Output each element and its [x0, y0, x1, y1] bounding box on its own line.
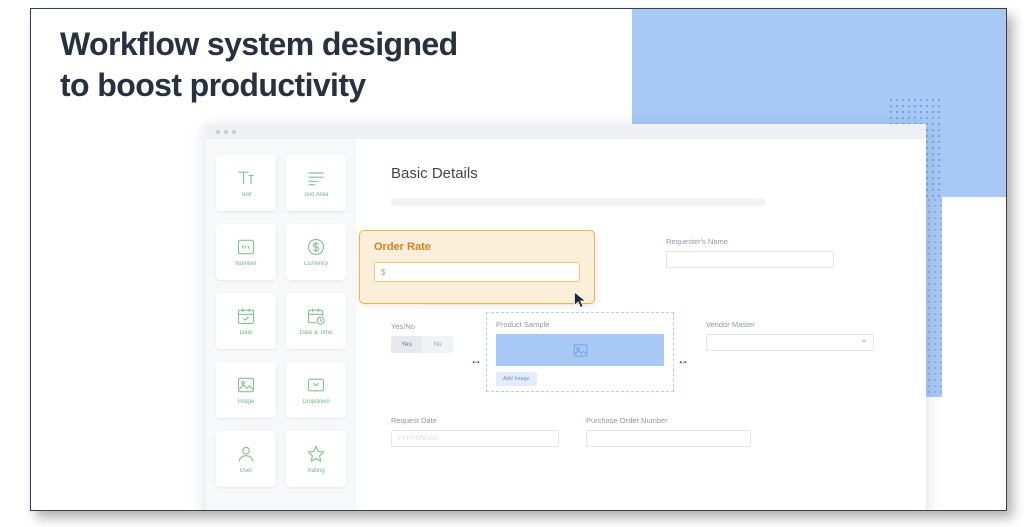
text-icon: [236, 168, 256, 188]
order-rate-input[interactable]: $: [374, 262, 580, 282]
field-label: Purchase Order Number: [586, 416, 668, 425]
form-row-2: Yes/No Yes No ↔ Product Sample Add Image…: [391, 312, 898, 404]
field-label: Requester's Name: [666, 237, 728, 246]
image-placeholder-icon: [573, 343, 587, 357]
field-request-date: Request Date YYYY-MM-DD: [391, 416, 559, 447]
page-frame: Workflow system designed to boost produc…: [30, 8, 1007, 511]
form-canvas: Basic Details Requester's Name Yes/No Ye…: [356, 139, 926, 510]
field-label: Vendor Master: [706, 320, 755, 329]
palette-item-date[interactable]: Date: [216, 293, 276, 349]
window-dot-minimize[interactable]: [224, 129, 228, 134]
rating-icon: [306, 444, 326, 464]
number-icon: [236, 237, 256, 257]
window-dot-maximize[interactable]: [232, 129, 236, 134]
palette-item-label: Date & Time: [299, 330, 333, 336]
palette-item-label: Currency: [303, 261, 329, 267]
dropdown-icon: [306, 375, 326, 395]
form-section-title: Basic Details: [391, 165, 478, 182]
field-palette-sidebar: Text Text Area Number Currency Date Date…: [206, 139, 356, 510]
date-time-icon: [306, 306, 326, 326]
palette-item-label: Rating: [307, 468, 325, 474]
mouse-cursor-icon: [572, 290, 588, 310]
user-icon: [236, 444, 256, 464]
page-title-line-2: to boost productivity: [60, 66, 366, 103]
yes-button[interactable]: Yes: [391, 336, 422, 353]
app-window: Text Text Area Number Currency Date Date…: [206, 124, 926, 510]
palette-item-currency[interactable]: Currency: [286, 224, 346, 280]
palette-item-number[interactable]: Number: [216, 224, 276, 280]
palette-item-text[interactable]: Text: [216, 155, 276, 211]
form-row-3: Request Date YYYY-MM-DD Purchase Order N…: [391, 416, 898, 456]
image-icon: [236, 375, 256, 395]
window-dot-close[interactable]: [216, 129, 220, 134]
resize-handle-left-icon[interactable]: ↔: [470, 354, 482, 366]
add-image-button[interactable]: Add Image: [496, 372, 537, 386]
order-rate-popup[interactable]: Order Rate $: [359, 230, 595, 304]
skeleton-placeholder-bar: [391, 198, 766, 206]
field-purchase-order-number: Purchase Order Number: [586, 416, 751, 447]
palette-item-user[interactable]: User: [216, 431, 276, 487]
palette-item-label: Dropdown: [302, 399, 330, 405]
app-body: Text Text Area Number Currency Date Date…: [206, 139, 926, 510]
vendor-master-select[interactable]: [706, 334, 874, 351]
yes-no-toggle[interactable]: Yes No: [391, 336, 453, 353]
field-requester-name: Requester's Name: [666, 237, 834, 268]
palette-item-text-area[interactable]: Text Area: [286, 155, 346, 211]
date-icon: [236, 306, 256, 326]
page-title-line-1: Workflow system designed: [60, 26, 458, 62]
palette-item-label: Image: [237, 399, 255, 405]
window-titlebar: [206, 124, 926, 139]
palette-item-date-time[interactable]: Date & Time: [286, 293, 346, 349]
field-product-sample[interactable]: Product Sample Add Image: [486, 312, 674, 392]
palette-item-label: Text: [240, 192, 252, 198]
currency-icon: [306, 237, 326, 257]
product-sample-image-placeholder[interactable]: [496, 334, 664, 366]
chevron-down-icon: [861, 340, 867, 343]
palette-item-image[interactable]: Image: [216, 362, 276, 418]
palette-item-label: Number: [235, 261, 257, 267]
page-title: Workflow system designed to boost produc…: [60, 24, 620, 106]
palette-item-label: Text Area: [303, 192, 329, 198]
text-area-icon: [306, 168, 326, 188]
requester-name-input[interactable]: [666, 251, 834, 268]
no-button[interactable]: No: [422, 336, 453, 353]
field-label: Request Date: [391, 416, 437, 425]
field-label: Yes/No: [391, 322, 415, 331]
field-vendor-master: Vendor Master: [706, 320, 874, 351]
palette-item-label: User: [239, 468, 253, 474]
field-yes-no: Yes/No Yes No: [391, 322, 453, 353]
palette-item-dropdown[interactable]: Dropdown: [286, 362, 346, 418]
popup-title: Order Rate: [374, 241, 431, 253]
palette-item-label: Date: [239, 330, 253, 336]
palette-item-rating[interactable]: Rating: [286, 431, 346, 487]
purchase-order-number-input[interactable]: [586, 430, 751, 447]
resize-handle-right-icon[interactable]: ↔: [677, 354, 689, 366]
request-date-input[interactable]: YYYY-MM-DD: [391, 430, 559, 447]
field-label: Product Sample: [496, 320, 550, 329]
